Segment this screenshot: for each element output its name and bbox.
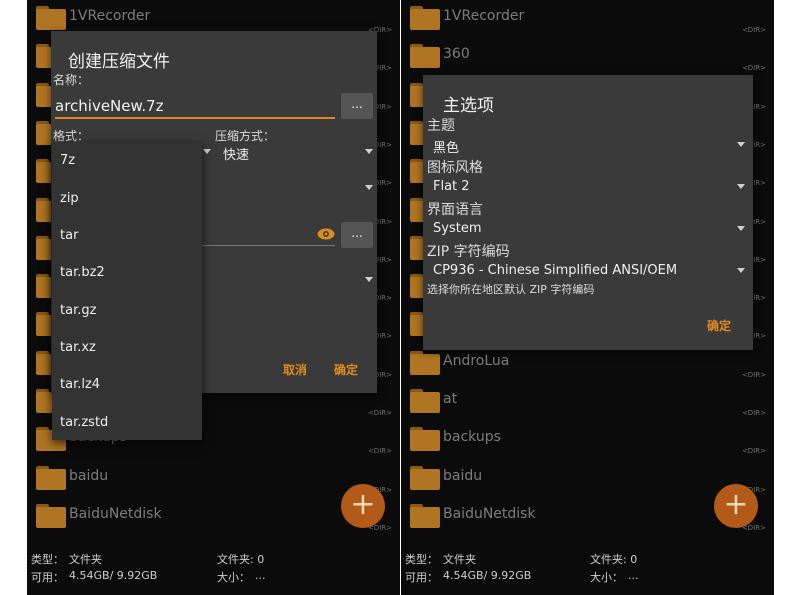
theme-label: 主题 xyxy=(427,118,455,134)
format-option[interactable]: tar.bz2 xyxy=(60,265,105,280)
format-option[interactable]: tar.xz xyxy=(60,340,96,355)
file-name: baidu xyxy=(443,467,483,484)
language-caret-icon xyxy=(737,226,745,231)
file-name: AndroLua xyxy=(443,352,510,369)
avail-label: 可用： xyxy=(405,571,438,584)
password-more-button[interactable]: ... xyxy=(341,222,373,248)
language-select[interactable]: System xyxy=(433,221,481,236)
zip-encoding-select[interactable]: CP936 - Chinese Simplified ANSI/OEM xyxy=(433,263,677,278)
zip-encoding-label: ZIP 字符编码 xyxy=(427,244,510,260)
type-value: 文件夹 xyxy=(443,553,476,566)
level-caret-icon xyxy=(365,185,373,190)
avail-label: 可用： xyxy=(31,571,64,584)
dir-tag: <DIR> xyxy=(741,26,766,34)
dir-tag: <DIR> xyxy=(367,409,392,417)
zip-encoding-hint: 选择你所在地区默认 ZIP 字符编码 xyxy=(427,283,595,296)
size-label: 大小： xyxy=(217,571,250,584)
zip-encoding-caret-icon xyxy=(737,268,745,273)
dir-tag: <DIR> xyxy=(741,409,766,417)
format-option[interactable]: tar xyxy=(60,228,78,243)
format-option[interactable]: zip xyxy=(60,191,79,206)
right-screen: 1VRecorder <DIR> 360 <DIR> <DIR> <DIR> <DIR> <D… xyxy=(401,0,774,595)
dir-tag: <DIR> xyxy=(741,64,766,73)
folder-icon xyxy=(410,44,440,69)
file-row[interactable]: at <DIR> xyxy=(401,383,774,422)
icon-style-caret-icon xyxy=(737,184,745,189)
plus-icon: + xyxy=(723,487,749,522)
avail-value: 4.54GB/ 9.92GB xyxy=(69,569,158,582)
folders-count: 文件夹: 0 xyxy=(217,553,265,566)
format-option[interactable]: 7z xyxy=(60,153,75,168)
file-name: BaiduNetdisk xyxy=(69,505,162,522)
folder-icon xyxy=(410,6,440,30)
file-name: at xyxy=(443,391,458,407)
format-caret-icon xyxy=(203,149,211,154)
status-bar: 类型： 文件夹 文件夹: 0 可用： 4.54GB/ 9.92GB 大小： ..… xyxy=(27,544,400,595)
folder-icon xyxy=(410,389,440,413)
format-option[interactable]: tar.gz xyxy=(60,303,96,318)
file-name: 360 xyxy=(443,46,470,63)
archive-name-input[interactable]: archiveNew.7z xyxy=(55,97,164,115)
theme-caret-icon xyxy=(737,142,745,147)
method-select[interactable]: 快速 xyxy=(223,144,249,163)
file-name: baidu xyxy=(69,467,109,484)
size-label: 大小： xyxy=(590,571,623,584)
icon-style-label: 图标风格 xyxy=(427,160,483,176)
file-row[interactable]: AndroLua <DIR> xyxy=(401,345,774,384)
file-row[interactable]: backups <DIR> xyxy=(401,421,774,460)
folder-icon xyxy=(410,503,440,528)
method-caret-icon xyxy=(365,149,373,154)
ok-button[interactable]: 确定 xyxy=(334,361,358,378)
folders-count: 文件夹: 0 xyxy=(590,553,638,566)
file-name: BaiduNetdisk xyxy=(443,505,536,522)
file-name: backups xyxy=(443,429,501,446)
option-caret-icon xyxy=(365,277,373,282)
dialog-title: 主选项 xyxy=(443,96,494,116)
type-label: 类型： xyxy=(31,553,64,566)
name-input-underline xyxy=(55,117,335,119)
folder-icon xyxy=(36,465,66,490)
cancel-button[interactable]: 取消 xyxy=(283,361,307,378)
left-screen: 1VRecorder <DIR> <DIR> <DIR> <DIR> <DIR> <DIR>… xyxy=(27,0,400,595)
format-dropdown: 7z zip tar tar.bz2 tar.gz tar.xz tar.lz4… xyxy=(52,142,202,440)
ok-button[interactable]: 确定 xyxy=(707,317,731,334)
browse-button[interactable]: ... xyxy=(341,93,373,119)
status-bar: 类型： 文件夹 文件夹: 0 可用： 4.54GB/ 9.92GB 大小： ..… xyxy=(401,544,774,595)
dir-tag: <DIR> xyxy=(741,447,766,456)
folder-icon xyxy=(36,6,66,30)
plus-icon: + xyxy=(350,487,376,522)
add-fab-button[interactable]: + xyxy=(714,484,758,528)
file-name: 1VRecorder xyxy=(443,8,525,24)
avail-value: 4.54GB/ 9.92GB xyxy=(443,569,532,582)
format-option[interactable]: tar.lz4 xyxy=(60,377,100,392)
add-fab-button[interactable]: + xyxy=(341,484,385,528)
folder-icon xyxy=(410,427,440,452)
method-label: 压缩方式： xyxy=(215,129,276,143)
dir-tag: <DIR> xyxy=(367,447,392,456)
folder-icon xyxy=(410,465,440,490)
folder-icon xyxy=(36,503,66,528)
size-value: ... xyxy=(255,569,266,582)
dialog-title: 创建压缩文件 xyxy=(68,52,170,72)
type-label: 类型： xyxy=(405,553,438,566)
theme-select[interactable]: 黑色 xyxy=(433,137,459,156)
file-row[interactable]: 360 <DIR> xyxy=(401,38,774,77)
icon-style-select[interactable]: Flat 2 xyxy=(433,179,470,194)
file-row[interactable]: 1VRecorder <DIR> xyxy=(401,0,774,39)
language-label: 界面语言 xyxy=(427,202,483,218)
type-value: 文件夹 xyxy=(69,553,102,566)
dir-tag: <DIR> xyxy=(741,370,766,379)
size-value: ... xyxy=(628,569,639,582)
folder-icon xyxy=(410,350,440,375)
format-option[interactable]: tar.zstd xyxy=(60,415,108,430)
main-options-dialog: 主选项 主题 黑色 图标风格 Flat 2 界面语言 System ZIP 字符… xyxy=(423,75,753,350)
file-name: 1VRecorder xyxy=(69,8,151,24)
name-label: 名称： xyxy=(53,73,90,87)
eye-icon[interactable] xyxy=(317,228,335,240)
